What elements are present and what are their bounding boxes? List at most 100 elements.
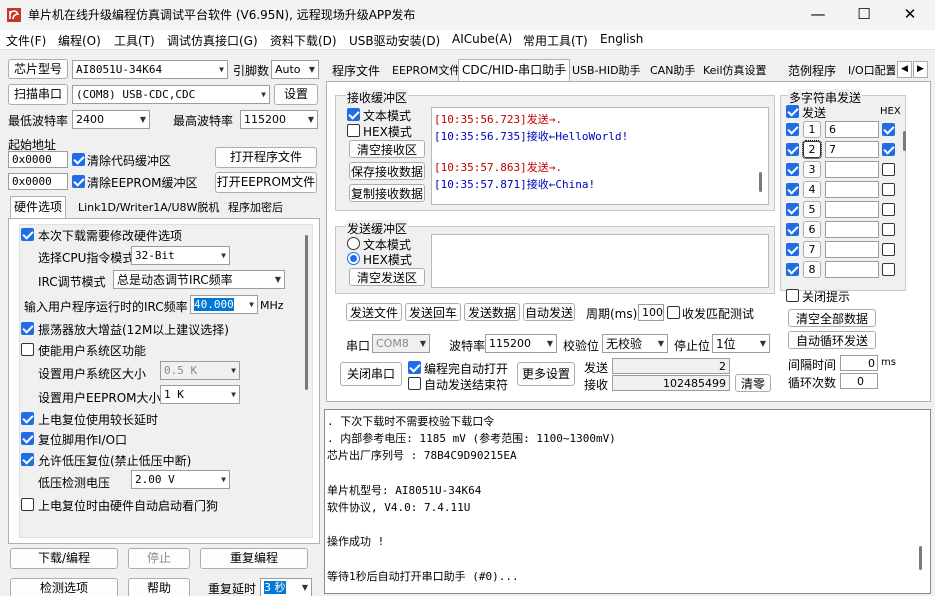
repeat-program-button[interactable]: 重复编程 — [200, 548, 308, 569]
send-data-button[interactable]: 发送数据 — [464, 303, 520, 321]
multi-row-input[interactable] — [825, 181, 879, 198]
multi-row-input[interactable] — [825, 161, 879, 178]
tab-offline-writer[interactable]: Link1D/Writer1A/U8W脱机 — [74, 197, 223, 217]
menu-aicube[interactable]: AICube(A) — [452, 32, 512, 46]
eeprom-size-select[interactable]: 1 K ▼ — [160, 385, 240, 404]
tab-scroll-right-icon[interactable]: ▶ — [913, 61, 928, 78]
multi-row-hex-checkbox[interactable] — [882, 163, 895, 176]
multi-row-hex-checkbox[interactable] — [882, 263, 895, 276]
wdt-checkbox[interactable] — [21, 498, 34, 511]
multi-scrollbar[interactable] — [903, 131, 906, 151]
scan-port-button[interactable]: 扫描串口 — [8, 84, 68, 105]
auto-loop-send-button[interactable]: 自动循环发送 — [788, 331, 876, 349]
multi-row-send-button[interactable]: 8 — [803, 261, 821, 278]
multi-row-checkbox[interactable] — [786, 223, 799, 236]
baud-select[interactable]: 115200 ▼ — [485, 334, 557, 353]
match-test-checkbox[interactable] — [667, 306, 680, 319]
lvr-checkbox[interactable] — [21, 453, 34, 466]
multi-row-send-button[interactable]: 1 — [803, 121, 821, 138]
receive-textarea[interactable]: [10:35:56.723]发送→. [10:35:56.735]接收←Hell… — [431, 107, 769, 205]
chip-type-button[interactable]: 芯片型号 — [8, 59, 68, 79]
multi-row-hex-checkbox[interactable] — [882, 123, 895, 136]
multi-row-hex-checkbox[interactable] — [882, 223, 895, 236]
loops-input[interactable]: 0 — [840, 373, 878, 389]
tab-encryption[interactable]: 程序加密后 — [224, 197, 287, 217]
multi-row-input[interactable] — [825, 221, 879, 238]
save-rx-button[interactable]: 保存接收数据 — [349, 162, 425, 180]
menu-tools[interactable]: 工具(T) — [114, 32, 155, 49]
clear-rx-button[interactable]: 清空接收区 — [349, 140, 425, 158]
port-select[interactable]: (COM8) USB-CDC,CDC ▼ — [72, 85, 270, 104]
pins-select[interactable]: Auto ▼ — [271, 60, 319, 79]
sysarea-checkbox[interactable] — [21, 343, 34, 356]
interval-input[interactable]: 0 — [840, 355, 878, 371]
min-baud-select[interactable]: 2400 ▼ — [72, 110, 150, 129]
tab-program-file[interactable]: 程序文件 — [328, 60, 384, 80]
multi-row-send-button[interactable]: 2 — [802, 140, 822, 159]
close-port-button[interactable]: 关闭串口 — [340, 362, 402, 386]
sysarea-size-select[interactable]: 0.5 K ▼ — [160, 361, 240, 380]
close-hint-checkbox[interactable] — [786, 289, 799, 302]
irc-freq-select[interactable]: 40.000 ▼ — [190, 295, 258, 314]
more-settings-button[interactable]: 更多设置 — [517, 362, 575, 386]
close-button[interactable]: ✕ — [887, 0, 933, 30]
multi-row-checkbox[interactable] — [786, 163, 799, 176]
rx-text-mode-checkbox[interactable] — [347, 108, 360, 121]
tab-examples[interactable]: 范例程序 — [784, 60, 840, 80]
rx-scrollbar[interactable] — [759, 172, 762, 192]
open-program-button[interactable]: 打开程序文件 — [215, 147, 317, 168]
menu-debug[interactable]: 调试仿真接口(G) — [167, 32, 258, 49]
detect-options-button[interactable]: 检测选项 — [10, 578, 118, 596]
osc-gain-checkbox[interactable] — [21, 322, 34, 335]
multi-row-send-button[interactable]: 5 — [803, 201, 821, 218]
open-eeprom-button[interactable]: 打开EEPROM文件 — [215, 172, 317, 193]
tab-scroll-left-icon[interactable]: ◀ — [897, 61, 912, 78]
multi-row-send-button[interactable]: 7 — [803, 241, 821, 258]
multi-row-checkbox[interactable] — [786, 243, 799, 256]
max-baud-select[interactable]: 115200 ▼ — [240, 110, 318, 129]
multi-row-hex-checkbox[interactable] — [882, 183, 895, 196]
tab-hardware-options[interactable]: 硬件选项 — [10, 196, 67, 218]
eeprom-address-input[interactable]: 0x0000 — [8, 173, 68, 190]
multi-row-checkbox[interactable] — [786, 183, 799, 196]
tab-serial-assistant[interactable]: CDC/HID-串口助手 — [458, 59, 571, 81]
serial-port-select[interactable]: COM8 ▼ — [372, 334, 430, 353]
send-textarea[interactable] — [431, 234, 769, 288]
menu-usb-driver[interactable]: USB驱动安装(D) — [349, 32, 440, 49]
tx-text-mode-radio[interactable] — [347, 237, 360, 250]
clear-eeprom-checkbox[interactable] — [72, 175, 85, 188]
menu-common-tools[interactable]: 常用工具(T) — [523, 32, 588, 49]
multi-row-input[interactable] — [825, 201, 879, 218]
parity-select[interactable]: 无校验 ▼ — [602, 334, 668, 353]
help-button[interactable]: 帮助 — [128, 578, 190, 596]
multi-row-input[interactable] — [825, 241, 879, 258]
period-input[interactable]: 100 — [638, 304, 664, 321]
settings-button[interactable]: 设置 — [274, 84, 318, 105]
modify-options-checkbox[interactable] — [21, 228, 34, 241]
download-program-button[interactable]: 下载/编程 — [10, 548, 118, 569]
multi-row-hex-checkbox[interactable] — [882, 143, 895, 156]
clear-tx-button[interactable]: 清空发送区 — [349, 268, 425, 286]
send-file-button[interactable]: 发送文件 — [346, 303, 402, 321]
multi-row-send-button[interactable]: 3 — [803, 161, 821, 178]
tab-usb-hid[interactable]: USB-HID助手 — [568, 60, 645, 80]
rx-hex-mode-checkbox[interactable] — [347, 124, 360, 137]
tx-hex-mode-radio[interactable] — [347, 252, 360, 265]
tab-can[interactable]: CAN助手 — [646, 60, 699, 80]
multi-row-checkbox[interactable] — [786, 123, 799, 136]
multi-row-checkbox[interactable] — [786, 203, 799, 216]
clear-code-checkbox[interactable] — [72, 153, 85, 166]
irc-mode-select[interactable]: 总是动态调节IRC频率 ▼ — [113, 270, 285, 289]
long-reset-checkbox[interactable] — [21, 412, 34, 425]
auto-send-end-checkbox[interactable] — [408, 377, 421, 390]
menu-file[interactable]: 文件(F) — [6, 32, 46, 49]
copy-rx-button[interactable]: 复制接收数据 — [349, 184, 425, 202]
auto-open-checkbox[interactable] — [408, 361, 421, 374]
tab-eeprom-file[interactable]: EEPROM文件 — [388, 60, 464, 80]
maximize-button[interactable]: ☐ — [841, 0, 887, 30]
menu-program[interactable]: 编程(O) — [58, 32, 101, 49]
stopbit-select[interactable]: 1位 ▼ — [712, 334, 770, 353]
menu-english[interactable]: English — [600, 32, 643, 46]
multi-row-hex-checkbox[interactable] — [882, 203, 895, 216]
reset-io-checkbox[interactable] — [21, 432, 34, 445]
